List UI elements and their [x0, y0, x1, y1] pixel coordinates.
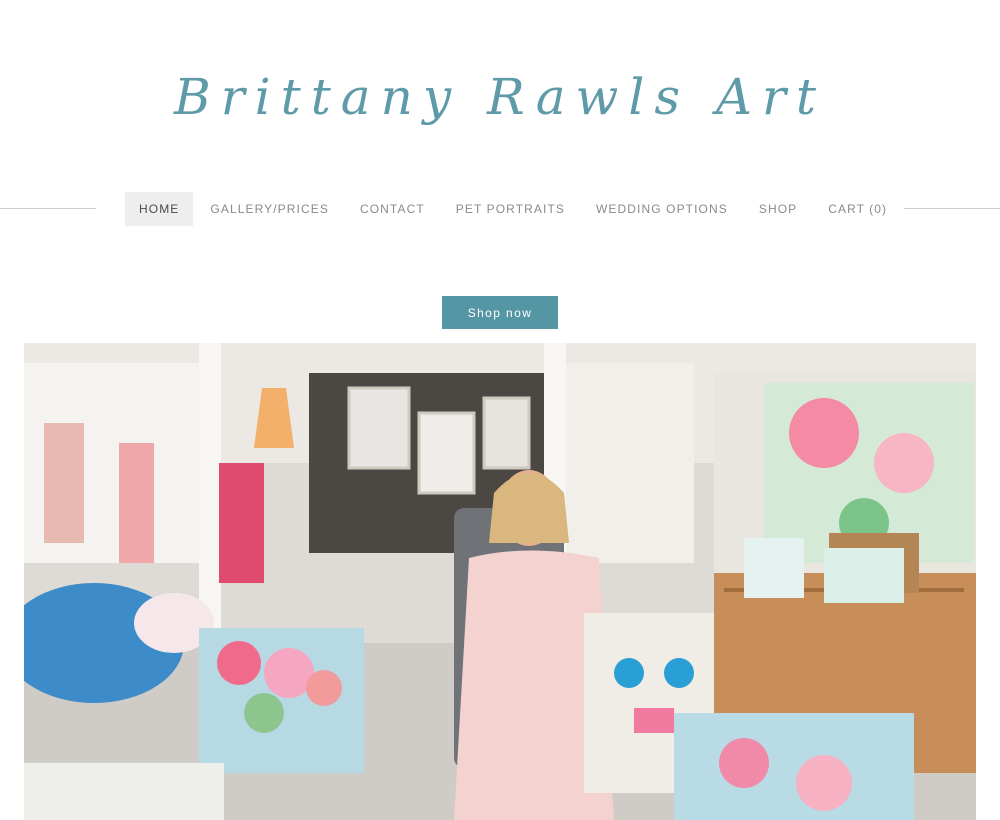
nav-menu: HOME GALLERY/PRICES CONTACT PET PORTRAIT…: [125, 192, 904, 226]
nav-item-shop[interactable]: SHOP: [745, 192, 811, 226]
nav-divider-left: [0, 208, 96, 209]
nav-item-wedding-options[interactable]: WEDDING OPTIONS: [582, 192, 742, 226]
nav-item-contact[interactable]: CONTACT: [346, 192, 439, 226]
nav-divider-right: [904, 208, 1000, 209]
nav-item-gallery-prices[interactable]: GALLERY/PRICES: [196, 192, 343, 226]
hero-photo: [24, 343, 976, 820]
cart-count: (0): [869, 202, 888, 216]
main-navigation: HOME GALLERY/PRICES CONTACT PET PORTRAIT…: [0, 192, 1000, 226]
cart-label: CART: [828, 202, 866, 216]
site-title[interactable]: Brittany Rawls Art: [0, 52, 1000, 142]
hero-photo-artwork: [24, 343, 976, 820]
nav-item-pet-portraits[interactable]: PET PORTRAITS: [442, 192, 579, 226]
nav-item-home[interactable]: HOME: [125, 192, 194, 226]
nav-item-cart[interactable]: CART (0): [814, 192, 901, 226]
shop-now-button[interactable]: Shop now: [442, 296, 558, 329]
